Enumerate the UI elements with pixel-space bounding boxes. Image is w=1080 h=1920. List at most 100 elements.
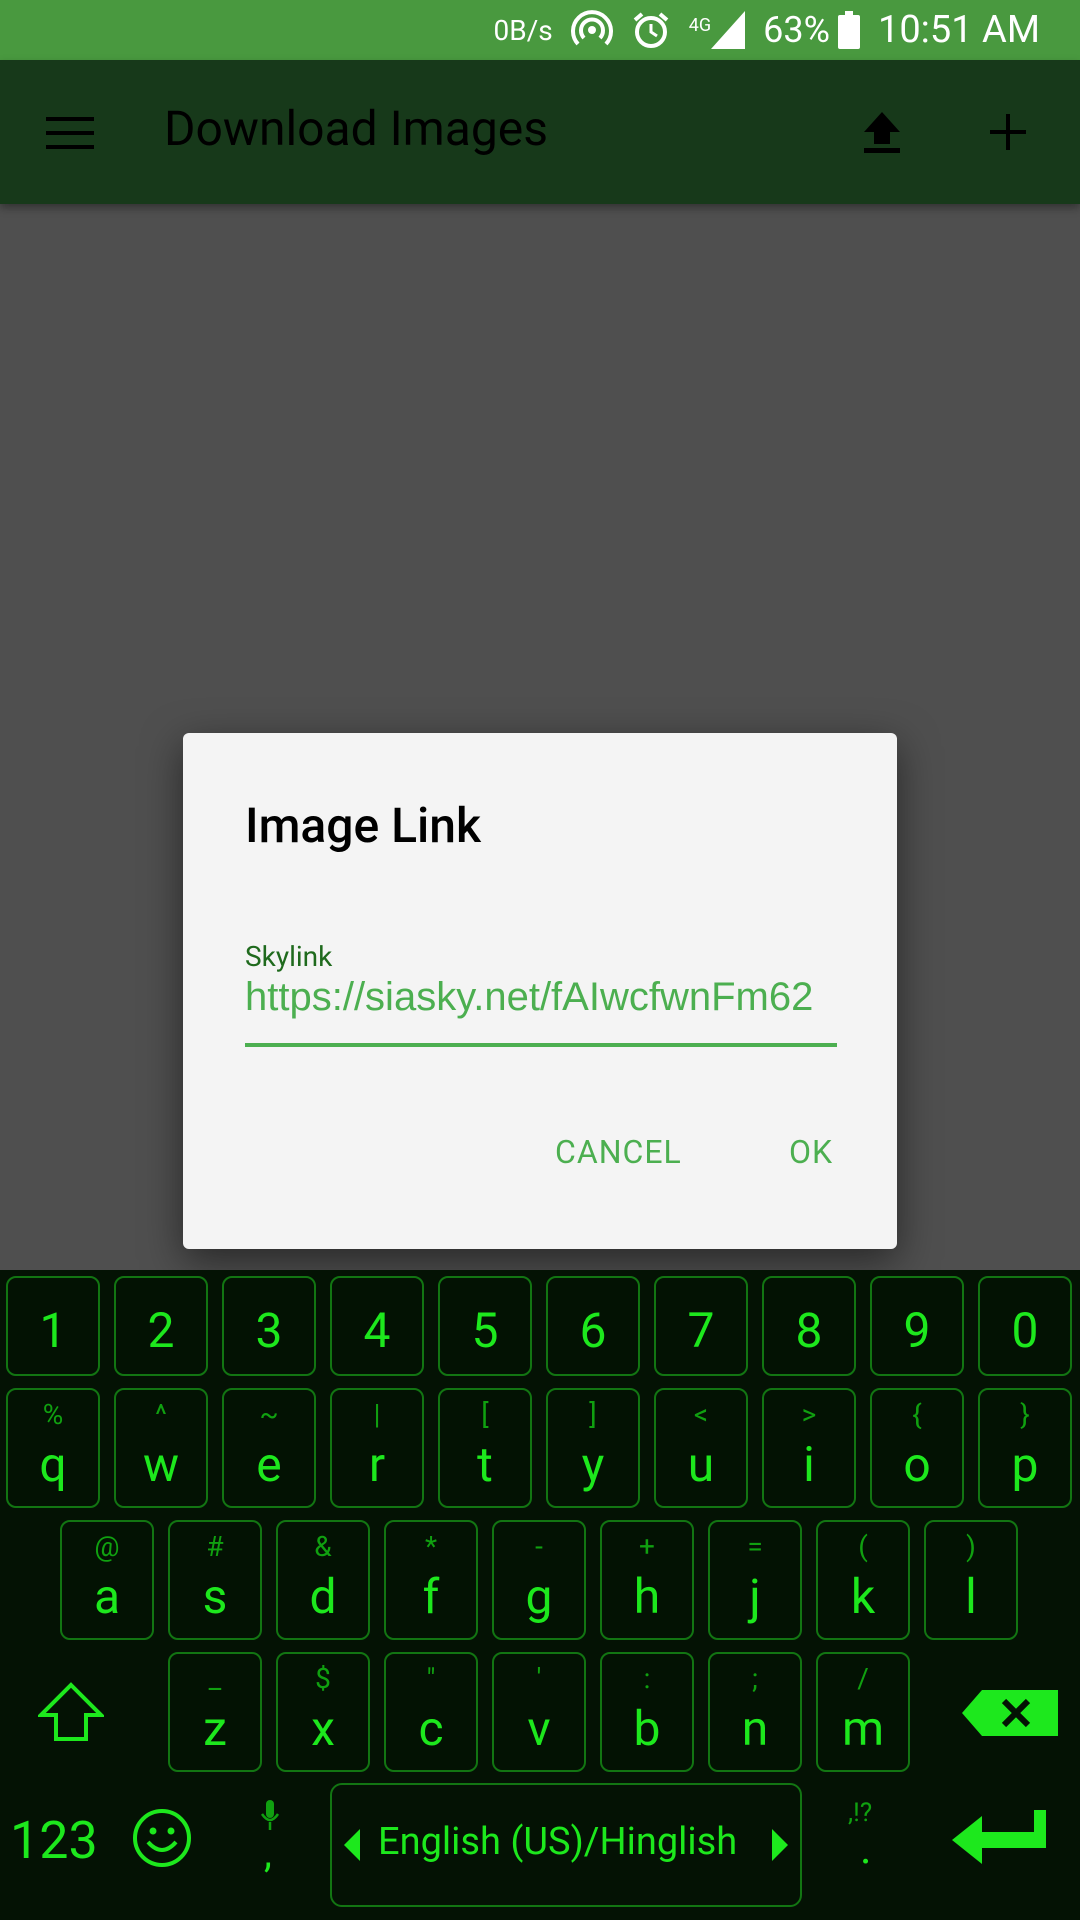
key-hint: & xyxy=(314,1530,332,1563)
key-o[interactable]: {o xyxy=(870,1388,964,1508)
key-label: x xyxy=(311,1700,335,1757)
key-8[interactable]: 8 xyxy=(762,1276,856,1376)
key-label: 6 xyxy=(579,1302,607,1359)
key-k[interactable]: (k xyxy=(816,1520,910,1640)
key-label: 8 xyxy=(795,1302,823,1359)
microphone-icon[interactable] xyxy=(260,1798,280,1832)
key-label: u xyxy=(687,1436,715,1493)
key-hint: @ xyxy=(94,1530,120,1563)
key-b[interactable]: :b xyxy=(600,1652,694,1772)
add-icon[interactable] xyxy=(986,110,1030,154)
key-v[interactable]: ' v xyxy=(492,1652,586,1772)
menu-icon[interactable] xyxy=(46,117,94,149)
key-label: g xyxy=(525,1568,553,1625)
key-t[interactable]: [t xyxy=(438,1388,532,1508)
key-l[interactable]: ) l xyxy=(924,1520,1018,1640)
key-7[interactable]: 7 xyxy=(654,1276,748,1376)
key-hint: - xyxy=(535,1530,543,1563)
key-label: r xyxy=(368,1436,386,1493)
key-label: l xyxy=(965,1568,977,1625)
key-r[interactable]: | r xyxy=(330,1388,424,1508)
key-5[interactable]: 5 xyxy=(438,1276,532,1376)
key-m[interactable]: / m xyxy=(816,1652,910,1772)
key-1[interactable]: 1 xyxy=(6,1276,100,1376)
arrow-right-icon xyxy=(772,1829,788,1861)
key-h[interactable]: + h xyxy=(600,1520,694,1640)
key-label: n xyxy=(741,1700,769,1757)
key-hint: * xyxy=(424,1530,438,1563)
space-bar[interactable]: English (US)/Hinglish xyxy=(330,1783,802,1907)
key-y[interactable]: ] y xyxy=(546,1388,640,1508)
key-label: b xyxy=(633,1700,661,1757)
battery-icon xyxy=(837,11,860,49)
key-label: j xyxy=(749,1568,761,1625)
battery-percent: 63% xyxy=(763,9,830,51)
dialog-title: Image Link xyxy=(245,797,482,854)
key-2[interactable]: 2 xyxy=(114,1276,208,1376)
skylink-input[interactable]: https://siasky.net/fAIwcfwnFm62 xyxy=(245,975,837,1047)
key-hint: } xyxy=(1020,1398,1030,1431)
key-hint: : xyxy=(643,1662,651,1695)
key-hint: ) xyxy=(966,1530,976,1563)
key-f[interactable]: * f xyxy=(384,1520,478,1640)
key-x[interactable]: $ x xyxy=(276,1652,370,1772)
key-label: f xyxy=(422,1568,440,1625)
key-u[interactable]: < u xyxy=(654,1388,748,1508)
key-label: p xyxy=(1011,1436,1039,1493)
key-0[interactable]: 0 xyxy=(978,1276,1072,1376)
key-4[interactable]: 4 xyxy=(330,1276,424,1376)
key-z[interactable]: _ z xyxy=(168,1652,262,1772)
key-label: w xyxy=(142,1436,180,1493)
key-hint: ^ xyxy=(155,1398,167,1431)
key-g[interactable]: -g xyxy=(492,1520,586,1640)
key-label: 9 xyxy=(903,1302,931,1359)
key-label: 0 xyxy=(1011,1302,1039,1359)
comma-key[interactable]: , xyxy=(264,1830,272,1877)
key-w[interactable]: ^ w xyxy=(114,1388,208,1508)
key-label: 1 xyxy=(39,1302,67,1359)
key-c[interactable]: " c xyxy=(384,1652,478,1772)
clock: 10:51 AM xyxy=(877,8,1040,52)
key-label: t xyxy=(477,1436,493,1493)
key-3[interactable]: 3 xyxy=(222,1276,316,1376)
cancel-button[interactable]: CANCEL xyxy=(555,1133,682,1171)
key-hint: > xyxy=(801,1398,817,1431)
page-title: Download Images xyxy=(164,100,549,157)
emoji-icon[interactable] xyxy=(132,1808,192,1868)
key-n[interactable]: ; n xyxy=(708,1652,802,1772)
key-label: 3 xyxy=(255,1302,283,1359)
period-key[interactable]: . xyxy=(860,1822,872,1874)
symbols-key[interactable]: 123 xyxy=(10,1810,98,1871)
ok-button[interactable]: OK xyxy=(789,1133,833,1171)
key-p[interactable]: } p xyxy=(978,1388,1072,1508)
key-label: h xyxy=(633,1568,661,1625)
key-hint: ; xyxy=(752,1662,758,1695)
key-hint: ~ xyxy=(259,1398,279,1431)
key-label: 4 xyxy=(363,1302,391,1359)
arrow-left-icon xyxy=(344,1829,360,1861)
key-label: z xyxy=(203,1700,227,1757)
key-hint: # xyxy=(206,1530,224,1563)
shift-icon[interactable] xyxy=(38,1682,104,1742)
key-e[interactable]: ~ e xyxy=(222,1388,316,1508)
key-j[interactable]: = j xyxy=(708,1520,802,1640)
key-label: a xyxy=(93,1568,121,1625)
key-hint: { xyxy=(912,1398,922,1431)
enter-icon[interactable] xyxy=(952,1810,1046,1866)
key-q[interactable]: % q xyxy=(6,1388,100,1508)
key-a[interactable]: @ a xyxy=(60,1520,154,1640)
status-bar: 0B/s 4G 63% 10:51 AM xyxy=(0,0,1080,60)
key-label: c xyxy=(418,1700,444,1757)
upload-icon[interactable] xyxy=(860,110,904,154)
key-label: y xyxy=(581,1436,605,1493)
key-d[interactable]: & d xyxy=(276,1520,370,1640)
key-hint: | xyxy=(373,1398,381,1431)
key-hint: / xyxy=(857,1662,869,1695)
key-label: v xyxy=(527,1700,551,1757)
key-9[interactable]: 9 xyxy=(870,1276,964,1376)
key-s[interactable]: # s xyxy=(168,1520,262,1640)
key-hint: = xyxy=(747,1530,763,1563)
key-6[interactable]: 6 xyxy=(546,1276,640,1376)
key-i[interactable]: > i xyxy=(762,1388,856,1508)
backspace-icon[interactable] xyxy=(962,1690,1058,1736)
